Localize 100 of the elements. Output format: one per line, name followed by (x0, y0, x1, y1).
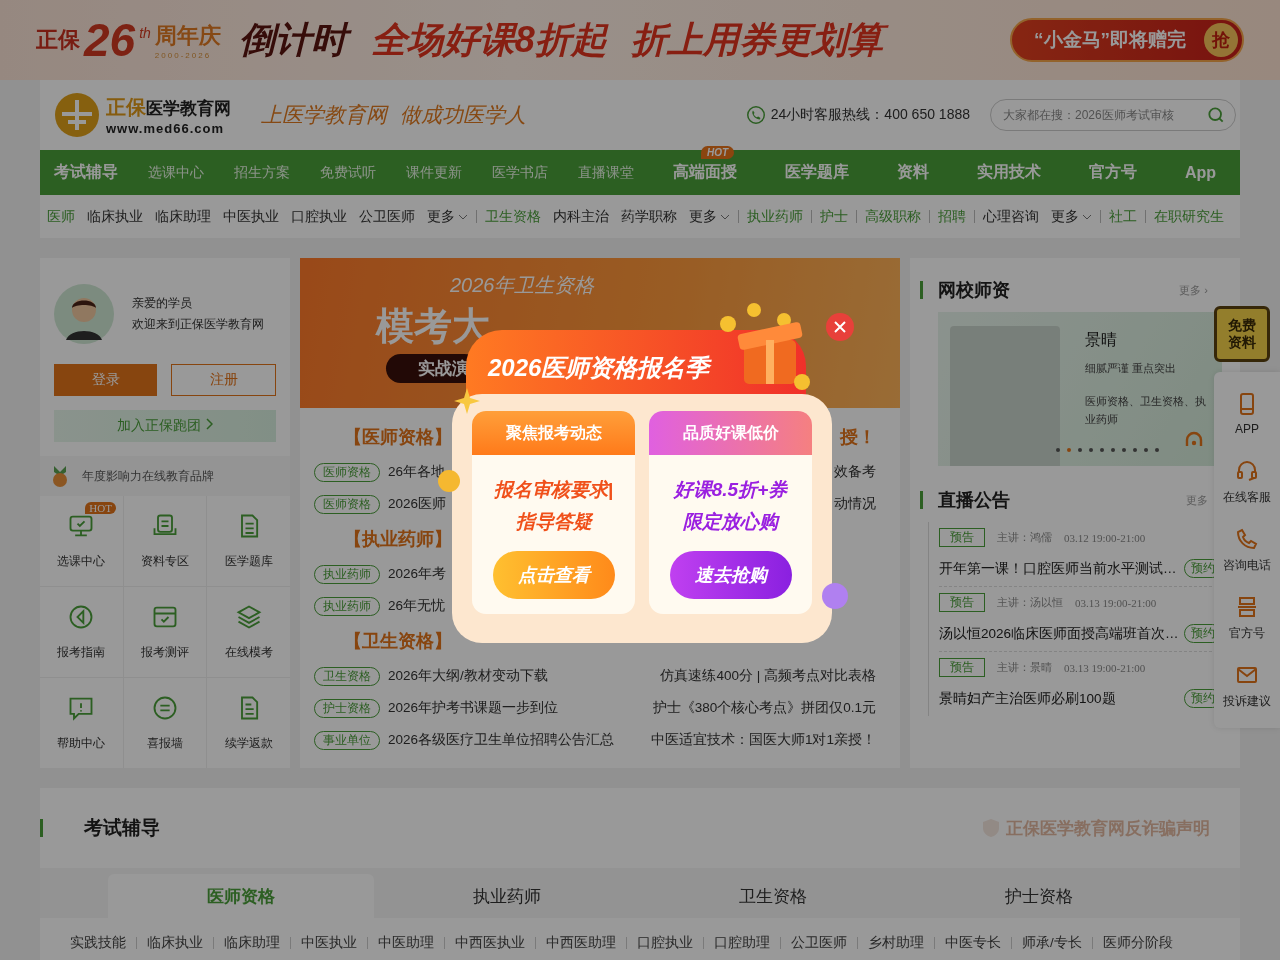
bubble-icon (822, 583, 848, 609)
subnav-link[interactable]: 公卫医师 (359, 207, 415, 226)
modal-backdrop[interactable] (0, 0, 1280, 960)
carousel-dot[interactable] (1067, 448, 1071, 452)
quick-link[interactable]: 报考测评 (123, 587, 207, 677)
time-text: 03.13 19:00-21:00 (1075, 596, 1157, 609)
carousel-dot[interactable] (1155, 448, 1159, 452)
chevron-right-icon (204, 418, 213, 430)
carousel-dot[interactable] (1111, 448, 1115, 452)
category-link[interactable]: 在职研究生 (1154, 207, 1224, 226)
search-field[interactable]: 大家都在搜：2026医师考试审核 (990, 99, 1236, 131)
teacher-card[interactable]: 景晴 细腻严谨 重点突出 医师资格、卫生资格、执业药师 (938, 312, 1222, 466)
subnav-link[interactable]: 药学职称 (621, 207, 677, 226)
carousel-dot[interactable] (1089, 448, 1093, 452)
carousel-dot[interactable] (1078, 448, 1082, 452)
logo-icon[interactable] (54, 92, 100, 138)
free-materials-badge[interactable]: 免费 资料 (1214, 306, 1270, 362)
subnav-link[interactable]: 内科主治 (553, 207, 609, 226)
time-text: 03.13 19:00-21:00 (1064, 661, 1146, 674)
exam-link[interactable]: 临床执业 (147, 934, 203, 952)
anniversary-years: 2000-2026 (154, 50, 213, 60)
quick-link[interactable]: 在线模考 (207, 587, 290, 677)
news-link[interactable]: 2026年大纲/教材变动下载 (388, 667, 648, 685)
anniversary-suffix: th (139, 25, 151, 41)
exam-link[interactable]: 中医专长 (945, 934, 1001, 952)
subnav-link[interactable]: 临床执业 (87, 207, 143, 226)
live-title[interactable]: 开年第一课！口腔医师当前水平测试… (939, 559, 1177, 578)
exam-link[interactable]: 中西医助理 (546, 934, 616, 952)
quick-link[interactable]: 报考指南 (40, 587, 123, 677)
exam-link[interactable]: 医师分阶段 (1102, 934, 1173, 952)
carousel-dot[interactable] (1144, 448, 1148, 452)
exam-link[interactable]: 中医助理 (378, 934, 434, 952)
subnav-link[interactable]: 临床助理 (155, 207, 211, 226)
quick-link[interactable]: 帮助中心 (40, 678, 123, 768)
exam-link[interactable]: 口腔助理 (714, 934, 770, 952)
more-dropdown[interactable]: 更多 (689, 207, 730, 226)
live-title[interactable]: 汤以恒2026临床医师面授高端班首次… (939, 624, 1179, 643)
exam-link[interactable]: 中医执业 (301, 934, 357, 952)
category-link[interactable]: 高级职称 (865, 207, 921, 226)
category-link[interactable]: 社工 (1109, 207, 1137, 226)
preview-tag: 预告 (939, 528, 985, 547)
news-link[interactable]: 2026各级医疗卫生单位招聘公告汇总 (388, 731, 648, 749)
news-link[interactable]: 护士《380个核心考点》拼团仅0.1元 (648, 699, 876, 717)
more-dropdown[interactable]: 更多 (1051, 207, 1092, 226)
category-link[interactable]: 护士 (820, 207, 848, 226)
exam-tab[interactable]: 护士资格 (906, 874, 1172, 918)
headset-icon (1235, 458, 1259, 483)
live-title[interactable]: 景晴妇产主治医师必刷100题 (939, 689, 1116, 708)
exam-link[interactable]: 乡村助理 (868, 934, 924, 952)
offer-button[interactable]: 速去抢购 (669, 551, 792, 599)
news-link[interactable]: 仿真速练400分 | 高频考点对比表格 (648, 667, 876, 685)
bracket-icon (1235, 594, 1259, 619)
quick-link[interactable]: 喜报墙 (123, 678, 207, 768)
exam-link[interactable]: 实践技能 (70, 934, 126, 952)
avatar-icon (54, 284, 114, 344)
speaker-text: 主讲：景晴 (997, 660, 1052, 675)
category-link[interactable]: 卫生资格 (485, 207, 541, 226)
subnav-link[interactable]: 口腔执业 (291, 207, 347, 226)
greeting-text: 亲爱的学员 (132, 296, 193, 311)
news-link[interactable]: 2026年护考书课题一步到位 (388, 699, 648, 717)
quick-link[interactable]: 资料专区 (123, 496, 207, 586)
close-icon (833, 320, 847, 334)
exam-link[interactable]: 口腔执业 (637, 934, 693, 952)
exam-link[interactable]: 临床助理 (224, 934, 280, 952)
exam-link[interactable]: 公卫医师 (791, 934, 847, 952)
chevron-down-icon (720, 212, 730, 221)
quick-link[interactable]: 医学题库 (207, 496, 290, 586)
carousel-dot[interactable] (1133, 448, 1137, 452)
logo-url[interactable]: www.med66.com (106, 121, 231, 136)
phone-icon (1235, 526, 1259, 551)
hot-badge: HOT (85, 502, 116, 514)
headset-icon[interactable] (1184, 430, 1204, 448)
logo-name[interactable]: 医学教育网 (146, 97, 231, 120)
teacher-name: 景晴 (1085, 330, 1118, 350)
carousel-dot[interactable] (1100, 448, 1104, 452)
news-link[interactable]: 中医适宜技术：国医大师1对1亲授！ (648, 731, 876, 749)
promo-subline: 折上用券更划算 (630, 16, 889, 64)
anniversary-brand: 正保 (36, 26, 80, 54)
more-dropdown[interactable]: 更多 (427, 207, 468, 226)
exam-tab[interactable]: 卫生资格 (640, 874, 906, 918)
time-text: 03.12 19:00-21:00 (1064, 531, 1146, 544)
medal-icon (50, 464, 70, 488)
exam-link[interactable]: 中西医执业 (455, 934, 525, 952)
promo-cta-button[interactable]: “小金马”即将赠完 抢 (1010, 18, 1244, 62)
carousel-dot[interactable] (1056, 448, 1060, 452)
exam-link[interactable]: 师承/专长 (1022, 934, 1082, 952)
hotline-text: 24小时客服热线：400 650 1888 (770, 106, 970, 124)
offer-text: 指导答疑 (515, 510, 592, 534)
carousel-dot[interactable] (1122, 448, 1126, 452)
chat-icon (151, 694, 179, 722)
preview-tag: 预告 (939, 593, 985, 612)
subnav-link[interactable]: 心理咨询 (983, 207, 1039, 226)
category-link[interactable]: 招聘 (938, 207, 966, 226)
countdown-text: 倒计时 (238, 16, 353, 64)
quick-link[interactable]: 续学返款 (207, 678, 290, 768)
category-link[interactable]: 医师 (47, 207, 75, 226)
exam-tab[interactable]: 执业药师 (374, 874, 640, 918)
quick-link[interactable]: HOT 选课中心 (40, 496, 123, 586)
subnav-link[interactable]: 中医执业 (223, 207, 279, 226)
category-link[interactable]: 执业药师 (747, 207, 803, 226)
